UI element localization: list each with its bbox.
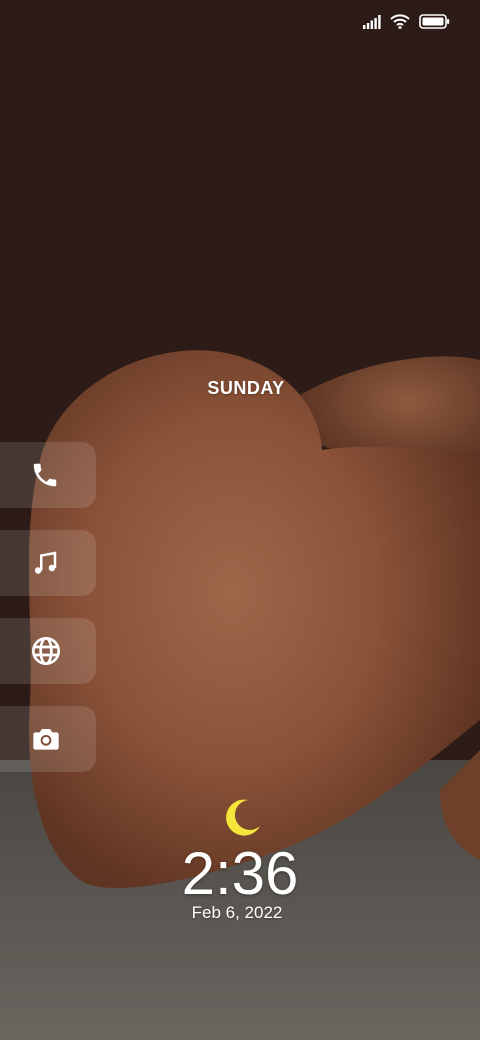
music-shortcut[interactable] <box>0 530 96 596</box>
status-bar <box>363 14 450 29</box>
phone-shortcut[interactable] <box>0 442 96 508</box>
music-note-icon <box>30 548 60 578</box>
camera-icon <box>30 723 62 755</box>
lock-screen: SUNDAY 2:36 Feb 6, 2022 <box>0 0 480 1040</box>
camera-shortcut[interactable] <box>0 706 96 772</box>
shortcut-bar <box>0 442 96 772</box>
moon-icon <box>218 796 262 840</box>
wifi-icon <box>390 14 410 29</box>
phone-icon <box>30 460 60 490</box>
battery-icon <box>419 14 450 29</box>
signal-icon <box>363 14 381 29</box>
lock-clock: 2:36 <box>181 840 299 907</box>
browser-shortcut[interactable] <box>0 618 96 684</box>
lock-date: Feb 6, 2022 <box>191 903 283 922</box>
globe-icon <box>30 635 62 667</box>
day-of-week: SUNDAY <box>207 378 285 398</box>
